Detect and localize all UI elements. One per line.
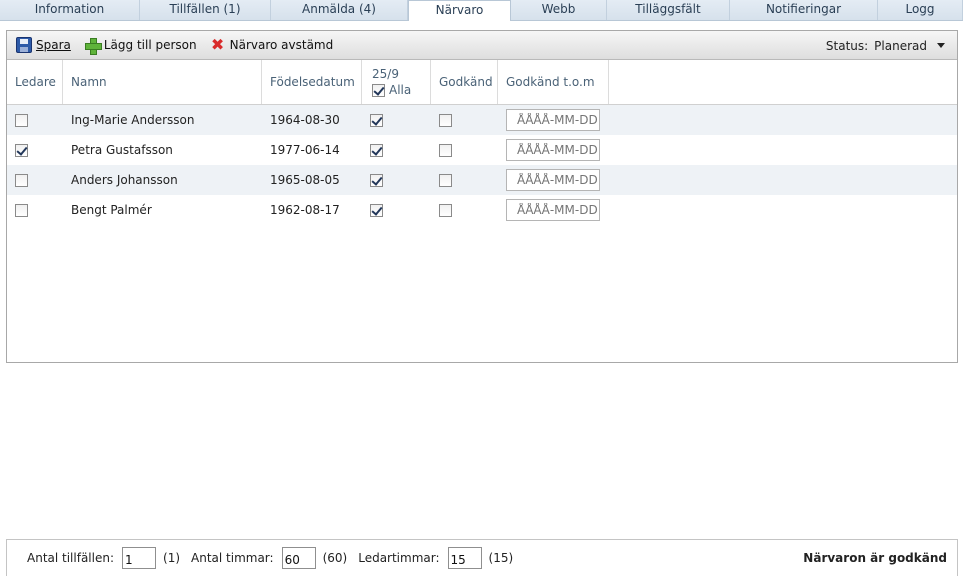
add-person-button[interactable]: Lägg till person [84,37,197,55]
header-session-date: 25/9 [372,67,399,81]
select-all-checkbox[interactable] [372,83,385,97]
red-x-icon: ✖ [210,35,225,54]
attendance-checked-button[interactable]: ✖ Närvaro avstämd [210,35,334,54]
tab-logg[interactable]: Logg [878,0,963,20]
header-approved[interactable]: Godkänd [431,60,498,104]
toolbar: Spara Lägg till person ✖ Närvaro avstämd… [7,31,957,60]
status-label: Status: [825,38,869,53]
approved-checkbox[interactable] [439,113,452,127]
tab-narvaro[interactable]: Närvaro [408,0,511,21]
approved-until-input[interactable] [506,139,600,161]
sessions-total: (1) [163,551,181,565]
leader-hours-input[interactable] [447,547,482,569]
tab-bar: Information Tillfällen (1) Anmälda (4) N… [0,0,963,21]
green-plus-icon [84,37,102,55]
name-cell: Anders Johansson [71,173,178,187]
name-cell: Bengt Palmér [71,203,152,217]
tab-webb[interactable]: Webb [511,0,607,20]
present-checkbox[interactable] [370,173,383,187]
summary-footer: Antal tillfällen: (1) Antal timmar: (60)… [6,539,958,576]
table-row: Anders Johansson 1965-08-05 [7,165,957,195]
leader-checkbox[interactable] [15,173,28,187]
birthdate-cell: 1962-08-17 [270,203,340,217]
birthdate-cell: 1977-06-14 [270,143,340,157]
tab-information[interactable]: Information [0,0,140,20]
hours-label: Antal timmar: [191,551,274,565]
table-row: Petra Gustafsson 1977-06-14 [7,135,957,165]
present-checkbox[interactable] [370,113,383,127]
leader-checkbox[interactable] [15,203,28,217]
header-birthdate[interactable]: Födelsedatum [262,60,362,104]
page: Information Tillfällen (1) Anmälda (4) N… [0,0,963,576]
approved-until-input[interactable] [506,199,600,221]
approved-checkbox[interactable] [439,143,452,157]
header-approved-until[interactable]: Godkänd t.o.m [498,60,609,104]
status-dropdown[interactable]: Status: Planerad [826,31,945,60]
sessions-label: Antal tillfällen: [27,551,115,565]
header-all-label: Alla [389,83,412,97]
header-session: 25/9 Alla [362,60,431,104]
header-name[interactable]: Namn [63,60,262,104]
floppy-disk-icon [16,37,32,53]
caret-down-icon [937,43,945,48]
tab-tillaggsfalt[interactable]: Tilläggsfält [607,0,730,20]
attendance-checked-label: Närvaro avstämd [229,38,334,52]
hours-input[interactable] [281,547,316,569]
birthdate-cell: 1965-08-05 [270,173,340,187]
table-row: Ing-Marie Andersson 1964-08-30 [7,105,957,135]
approved-until-input[interactable] [506,109,600,131]
hours-total: (60) [322,551,348,565]
save-label: Spara [36,38,71,52]
approved-until-input[interactable] [506,169,600,191]
approved-checkbox[interactable] [439,173,452,187]
present-checkbox[interactable] [370,143,383,157]
add-person-label: Lägg till person [103,38,197,52]
save-button[interactable]: Spara [16,37,71,53]
leader-hours-label: Ledartimmar: [358,551,440,565]
header-leader[interactable]: Ledare [7,60,63,104]
tab-tillfallen[interactable]: Tillfällen (1) [140,0,271,20]
sessions-input[interactable] [122,547,157,569]
leader-checkbox[interactable] [15,113,28,127]
leader-checkbox[interactable] [15,143,28,157]
status-value: Planerad [874,38,927,53]
tab-anmalda[interactable]: Anmälda (4) [271,0,408,20]
birthdate-cell: 1964-08-30 [270,113,340,127]
table-row: Bengt Palmér 1962-08-17 [7,195,957,225]
present-checkbox[interactable] [370,203,383,217]
leader-hours-total: (15) [488,551,514,565]
approval-status-text: Närvaron är godkänd [803,551,947,565]
grid-header: Ledare Namn Födelsedatum 25/9 Alla Godkä… [7,60,957,105]
grid-body: Ing-Marie Andersson 1964-08-30 Petra Gus… [7,105,957,225]
name-cell: Petra Gustafsson [71,143,173,157]
header-all: Alla [372,83,411,97]
attendance-panel: Spara Lägg till person ✖ Närvaro avstämd… [6,30,958,363]
approved-checkbox[interactable] [439,203,452,217]
tab-notifieringar[interactable]: Notifieringar [730,0,878,20]
name-cell: Ing-Marie Andersson [71,113,195,127]
